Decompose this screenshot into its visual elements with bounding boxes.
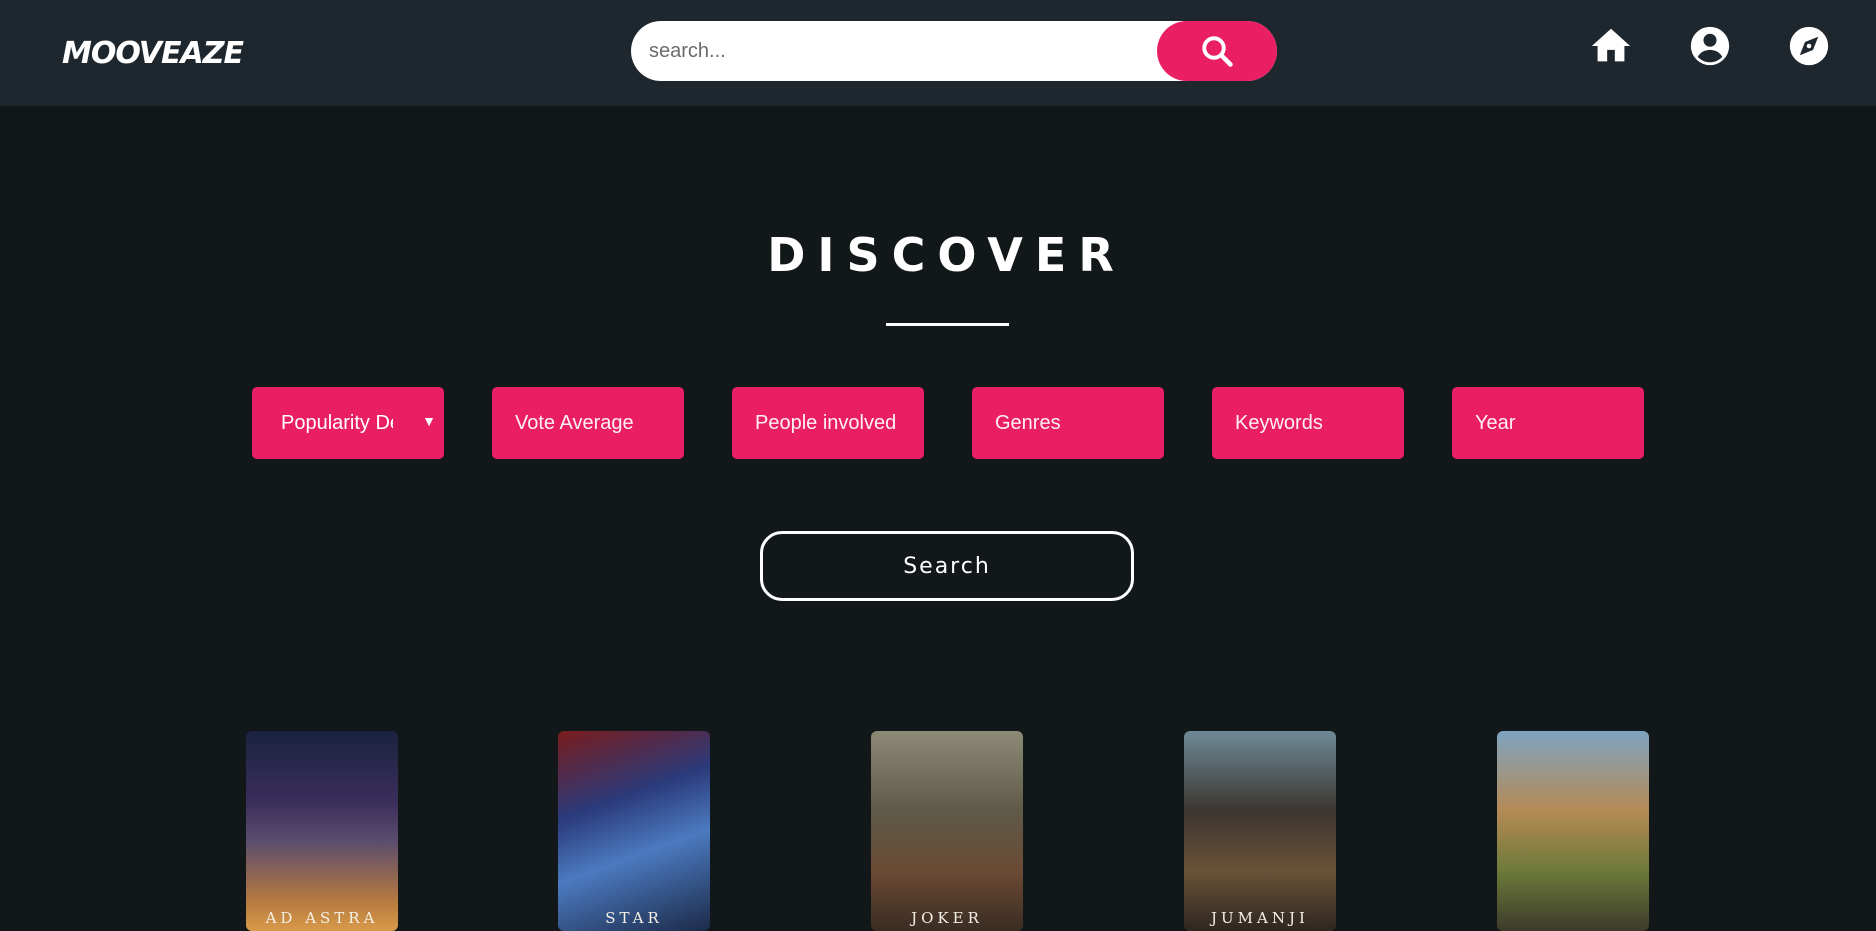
poster-image <box>246 731 398 931</box>
poster-title: JOKER <box>911 909 983 927</box>
home-nav-button[interactable] <box>1587 22 1635 70</box>
genres-filter[interactable]: Genres <box>972 387 1164 459</box>
account-nav-button[interactable] <box>1686 22 1734 70</box>
movie-poster[interactable]: AD ASTRA <box>246 731 398 931</box>
sort-by-select[interactable]: Popularity De ▼ <box>252 387 444 459</box>
brand-logo[interactable]: MOOVEAZE <box>62 36 244 71</box>
page-title: DISCOVER <box>767 228 1126 282</box>
sort-by-value: Popularity De <box>281 411 393 434</box>
top-navbar: MOOVEAZE <box>0 0 1876 106</box>
keywords-filter[interactable]: Keywords <box>1212 387 1404 459</box>
discover-search-button[interactable]: Search <box>760 531 1134 601</box>
explore-nav-button[interactable] <box>1785 22 1833 70</box>
account-circle-icon <box>1690 26 1730 66</box>
movie-poster[interactable]: JUMANJI <box>1184 731 1336 931</box>
title-divider <box>886 323 1009 326</box>
movie-poster[interactable]: JOKER <box>871 731 1023 931</box>
home-icon <box>1591 28 1631 62</box>
search-button[interactable] <box>1157 21 1277 81</box>
search-bar <box>631 21 1277 81</box>
poster-title: JUMANJI <box>1211 909 1309 927</box>
movie-poster[interactable] <box>1497 731 1649 931</box>
poster-title: AD ASTRA <box>265 909 379 927</box>
year-filter[interactable]: Year <box>1452 387 1644 459</box>
poster-image <box>558 731 710 931</box>
movie-poster[interactable]: STAR <box>558 731 710 931</box>
people-involved-filter[interactable]: People involved <box>732 387 924 459</box>
poster-title: STAR <box>605 909 663 927</box>
poster-image <box>1184 731 1336 931</box>
poster-image <box>871 731 1023 931</box>
search-icon <box>1202 36 1233 67</box>
vote-average-filter[interactable]: Vote Average <box>492 387 684 459</box>
search-input[interactable] <box>649 21 1169 81</box>
explore-compass-icon <box>1789 26 1829 66</box>
dropdown-caret-icon: ▼ <box>422 413 436 429</box>
poster-image <box>1497 731 1649 931</box>
